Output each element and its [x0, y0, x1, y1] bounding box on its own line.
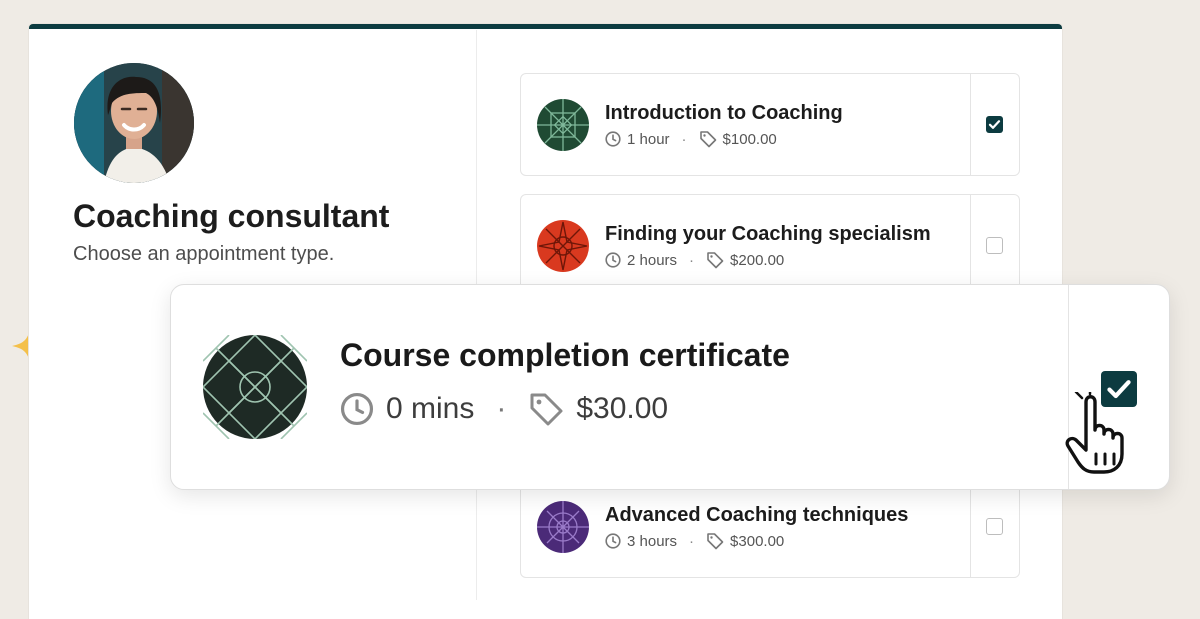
service-pattern-icon	[537, 220, 589, 272]
featured-service-meta: 0 mins · $30.00	[340, 391, 668, 427]
featured-service-duration: 0 mins	[386, 392, 475, 425]
clock-icon	[605, 252, 621, 268]
service-duration: 2 hours	[627, 251, 678, 269]
price-tag-icon	[699, 131, 716, 148]
service-checkbox[interactable]	[986, 116, 1003, 133]
meta-separator: ·	[496, 392, 507, 425]
service-pattern-icon	[203, 335, 307, 439]
service-meta: 3 hours · $300.00	[605, 532, 784, 550]
service-price: $300.00	[730, 532, 785, 550]
pointer-hand-icon	[1065, 392, 1124, 474]
page-title: Coaching consultant	[73, 198, 390, 234]
service-item[interactable]: Introduction to Coaching 1 hour · $100.0…	[520, 73, 1020, 176]
featured-service-name: Course completion certificate	[340, 337, 790, 373]
checkbox-divider	[970, 195, 971, 296]
service-item[interactable]: Advanced Coaching techniques 3 hours · $…	[520, 475, 1020, 578]
featured-service-item[interactable]: Course completion certificate 0 mins · $…	[170, 284, 1170, 490]
service-meta: 1 hour · $100.00	[605, 130, 777, 148]
page-subtitle: Choose an appointment type.	[73, 243, 335, 265]
service-checkbox[interactable]	[986, 237, 1003, 254]
service-name: Introduction to Coaching	[605, 102, 843, 124]
service-duration: 1 hour	[627, 130, 670, 148]
meta-separator: ·	[689, 532, 695, 550]
service-meta: 2 hours · $200.00	[605, 251, 784, 269]
clock-icon	[605, 533, 621, 549]
service-duration: 3 hours	[627, 532, 678, 550]
service-name: Finding your Coaching specialism	[605, 223, 931, 245]
checkmark-icon	[988, 120, 1001, 129]
price-tag-icon	[707, 252, 724, 269]
service-name: Advanced Coaching techniques	[605, 504, 909, 526]
clock-icon	[340, 392, 374, 426]
service-item[interactable]: Finding your Coaching specialism 2 hours…	[520, 194, 1020, 297]
service-checkbox[interactable]	[986, 518, 1003, 535]
clock-icon	[605, 131, 621, 147]
service-pattern-icon	[537, 501, 589, 553]
checkbox-divider	[970, 74, 971, 175]
service-price: $100.00	[722, 130, 777, 148]
featured-service-price: $30.00	[576, 392, 669, 425]
service-price: $200.00	[730, 251, 785, 269]
service-pattern-icon	[537, 99, 589, 151]
meta-separator: ·	[681, 130, 687, 148]
price-tag-icon	[530, 393, 563, 426]
consultant-avatar	[74, 63, 194, 183]
checkbox-divider	[970, 476, 971, 577]
meta-separator: ·	[689, 251, 695, 269]
price-tag-icon	[707, 533, 724, 550]
